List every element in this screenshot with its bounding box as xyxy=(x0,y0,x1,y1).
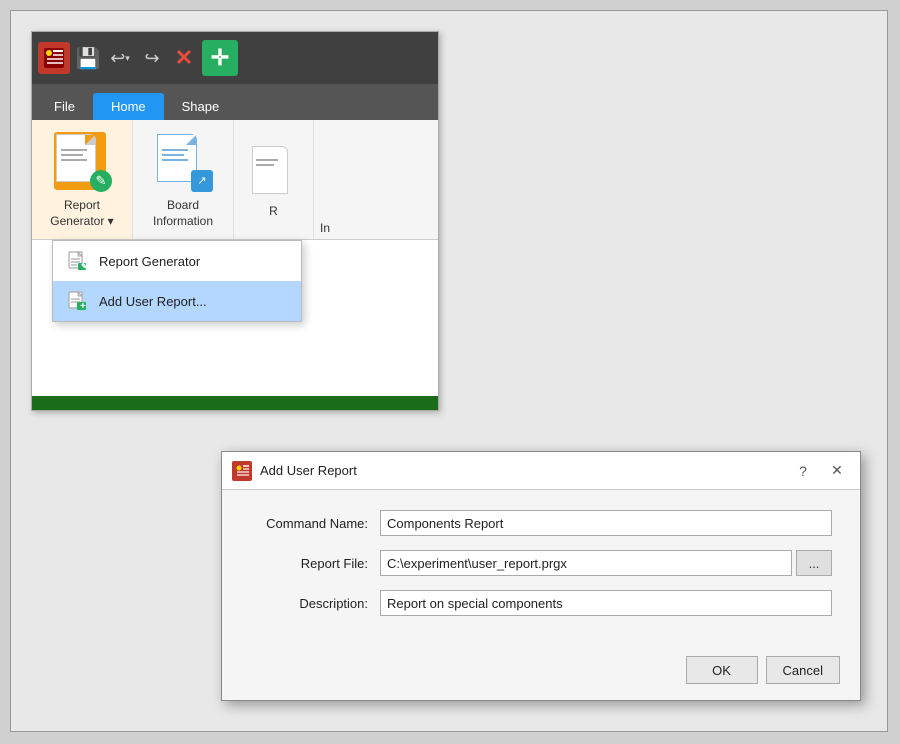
outer-frame: 💾 ↩▾ ↪ ✕ ✛ File Home Shape xyxy=(10,10,888,732)
dropdown-add-user-report-label: Add User Report... xyxy=(99,294,207,309)
dropdown-add-user-report[interactable]: + Add User Report... xyxy=(53,281,301,321)
command-name-row: Command Name: xyxy=(250,510,832,536)
ribbon-partial-label: R xyxy=(269,204,278,218)
dropdown-report-generator-label: Report Generator xyxy=(99,254,200,269)
dropdown-menu: ✎ Report Generator + Add User Rep xyxy=(52,240,302,322)
ok-button[interactable]: OK xyxy=(686,656,758,684)
dropdown-report-generator-icon: ✎ xyxy=(65,249,89,273)
cancel-button[interactable]: Cancel xyxy=(766,656,840,684)
svg-text:✎: ✎ xyxy=(81,262,87,271)
svg-text:+: + xyxy=(80,301,86,311)
report-file-input[interactable] xyxy=(380,550,792,576)
report-file-row: Report File: ... xyxy=(250,550,832,576)
dialog-body: Command Name: Report File: ... Descripti… xyxy=(222,490,860,646)
tab-file[interactable]: File xyxy=(36,93,93,120)
command-name-input[interactable] xyxy=(380,510,832,536)
dropdown-add-user-report-icon: + xyxy=(65,289,89,313)
dialog-titlebar: Add User Report ? ✕ xyxy=(222,452,860,490)
delete-button[interactable]: ✕ xyxy=(170,44,198,72)
report-file-label: Report File: xyxy=(250,556,380,571)
redo-button[interactable]: ↪ xyxy=(138,44,166,72)
bottom-strip xyxy=(32,396,438,410)
dialog-footer: OK Cancel xyxy=(222,646,860,700)
description-row: Description: xyxy=(250,590,832,616)
ribbon-board-information-label: Board Information xyxy=(153,198,213,229)
dialog-add-user-report: Add User Report ? ✕ Command Name: Report… xyxy=(221,451,861,701)
dialog-close-button[interactable]: ✕ xyxy=(824,458,850,484)
save-button[interactable]: 💾 xyxy=(74,44,102,72)
ribbon-report-generator[interactable]: ✎ Report Generator ▾ xyxy=(32,120,133,239)
command-name-label: Command Name: xyxy=(250,516,380,531)
app-panel: 💾 ↩▾ ↪ ✕ ✛ File Home Shape xyxy=(31,31,439,411)
description-input[interactable] xyxy=(380,590,832,616)
tab-shape[interactable]: Shape xyxy=(164,93,238,120)
tab-home[interactable]: Home xyxy=(93,93,164,120)
dialog-title-icon xyxy=(232,461,252,481)
partial-label: In xyxy=(314,120,336,239)
dropdown-report-generator[interactable]: ✎ Report Generator xyxy=(53,241,301,281)
dialog-title: Add User Report xyxy=(260,463,782,478)
ribbon-board-information[interactable]: ↗ Board Information xyxy=(133,120,234,239)
dialog-help-button[interactable]: ? xyxy=(790,458,816,484)
ribbon-partial[interactable]: R xyxy=(234,120,314,239)
browse-button[interactable]: ... xyxy=(796,550,832,576)
menu-tabs: File Home Shape xyxy=(32,84,438,120)
toolbar: 💾 ↩▾ ↪ ✕ ✛ xyxy=(32,32,438,84)
description-label: Description: xyxy=(250,596,380,611)
undo-button[interactable]: ↩▾ xyxy=(106,44,134,72)
add-button[interactable]: ✛ xyxy=(202,40,238,76)
ribbon: ✎ Report Generator ▾ xyxy=(32,120,438,240)
ribbon-report-generator-label: Report Generator ▾ xyxy=(50,198,113,229)
app-icon xyxy=(38,42,70,74)
